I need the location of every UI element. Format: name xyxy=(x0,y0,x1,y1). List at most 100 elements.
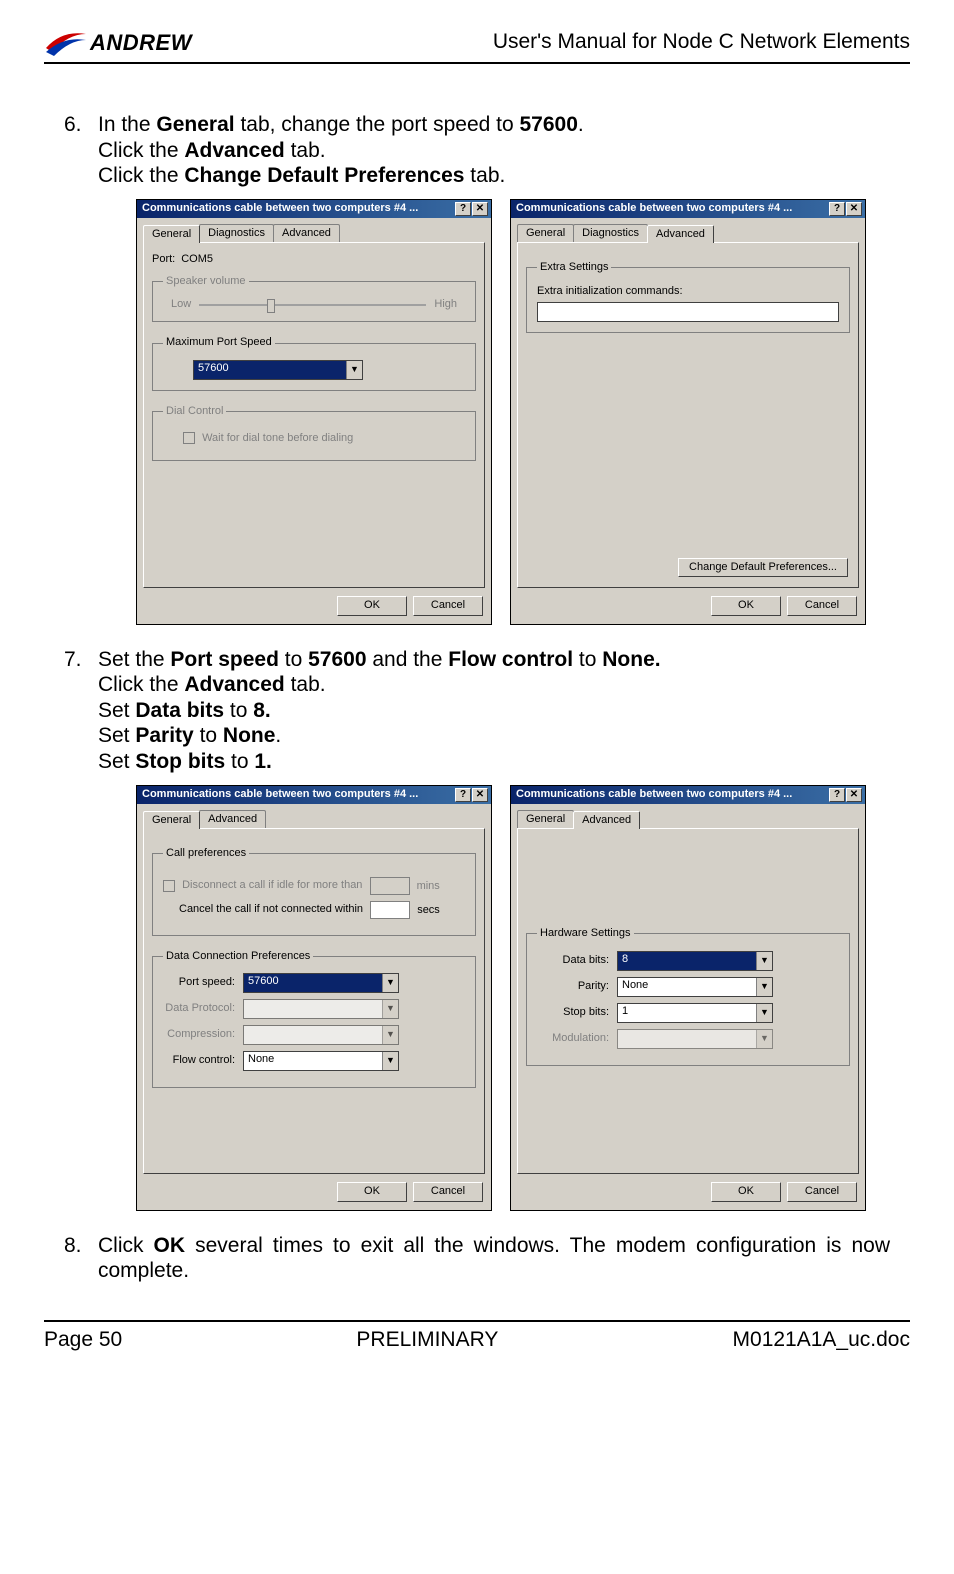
dialog-prefs-general: Communications cable between two compute… xyxy=(136,785,492,1211)
ok-button[interactable]: OK xyxy=(337,1182,407,1201)
text: tab. xyxy=(464,164,505,187)
help-button[interactable]: ? xyxy=(455,202,471,216)
group-legend: Call preferences xyxy=(163,847,249,860)
idle-minutes-input[interactable] xyxy=(370,877,410,895)
close-button[interactable]: ✕ xyxy=(846,202,862,216)
flow-control-label: Flow control: xyxy=(163,1054,243,1067)
help-button[interactable]: ? xyxy=(829,202,845,216)
max-port-speed-group: Maximum Port Speed 57600 ▼ xyxy=(152,336,476,390)
text: to xyxy=(224,699,253,722)
ok-button[interactable]: OK xyxy=(337,596,407,615)
data-protocol-select[interactable]: ▼ xyxy=(243,999,399,1019)
tab-general[interactable]: General xyxy=(143,811,200,829)
help-button[interactable]: ? xyxy=(829,788,845,802)
change-default-preferences-button[interactable]: Change Default Preferences... xyxy=(678,558,848,577)
flow-control-select[interactable]: None ▼ xyxy=(243,1051,399,1071)
checkbox-label: Disconnect a call if idle for more than xyxy=(182,879,362,891)
max-port-speed-select[interactable]: 57600 ▼ xyxy=(193,360,363,380)
select-value: 8 xyxy=(618,952,756,970)
stop-bits-label: Stop bits: xyxy=(537,1006,617,1019)
text: tab, change the port speed to xyxy=(235,113,520,136)
parity-label: Parity: xyxy=(537,980,617,993)
tab-diagnostics[interactable]: Diagnostics xyxy=(573,224,648,242)
logo: ANDREW xyxy=(44,28,192,58)
ok-button[interactable]: OK xyxy=(711,596,781,615)
select-value xyxy=(244,1000,382,1018)
group-legend: Extra Settings xyxy=(537,261,611,274)
text: to xyxy=(225,750,254,773)
volume-slider[interactable] xyxy=(199,304,426,306)
data-connection-preferences-group: Data Connection Preferences Port speed: … xyxy=(152,950,476,1088)
text-bold: 1. xyxy=(254,750,272,773)
cancel-button[interactable]: Cancel xyxy=(787,1182,857,1201)
tab-advanced[interactable]: Advanced xyxy=(573,811,640,829)
data-bits-select[interactable]: 8 ▼ xyxy=(617,951,773,971)
text: Set xyxy=(98,699,135,722)
chevron-down-icon: ▼ xyxy=(382,1000,398,1018)
footer-page: Page 50 xyxy=(44,1328,122,1352)
stop-bits-select[interactable]: 1 ▼ xyxy=(617,1003,773,1023)
cancel-button[interactable]: Cancel xyxy=(413,596,483,615)
text-bold: 57600 xyxy=(519,113,577,136)
page-footer: Page 50 PRELIMINARY M0121A1A_uc.doc xyxy=(44,1320,910,1352)
text-bold: Port speed xyxy=(170,648,279,671)
text: tab. xyxy=(285,139,326,162)
step-7: 7. Set the Port speed to 57600 and the F… xyxy=(64,647,890,775)
text: In the xyxy=(98,113,156,136)
cancel-seconds-input[interactable] xyxy=(370,901,410,919)
label-low: Low xyxy=(171,298,191,311)
text-bold: 8. xyxy=(253,699,271,722)
tab-advanced[interactable]: Advanced xyxy=(199,810,266,828)
cancel-button[interactable]: Cancel xyxy=(787,596,857,615)
close-button[interactable]: ✕ xyxy=(846,788,862,802)
ok-button[interactable]: OK xyxy=(711,1182,781,1201)
page-header: ANDREW User's Manual for Node C Network … xyxy=(44,28,910,64)
parity-select[interactable]: None ▼ xyxy=(617,977,773,997)
select-value xyxy=(244,1026,382,1044)
select-value xyxy=(618,1030,756,1048)
dialog-title: Communications cable between two compute… xyxy=(142,788,418,801)
text-bold: Advanced xyxy=(184,673,284,696)
call-preferences-group: Call preferences Disconnect a call if id… xyxy=(152,847,476,935)
extra-init-label: Extra initialization commands: xyxy=(537,285,839,298)
cancel-button[interactable]: Cancel xyxy=(413,1182,483,1201)
disconnect-idle-checkbox[interactable] xyxy=(163,880,175,892)
dialog-titlebar: Communications cable between two compute… xyxy=(137,200,491,218)
select-value: None xyxy=(244,1052,382,1070)
text: . xyxy=(578,113,584,136)
extra-init-input[interactable] xyxy=(537,302,839,322)
close-button[interactable]: ✕ xyxy=(472,788,488,802)
compression-select[interactable]: ▼ xyxy=(243,1025,399,1045)
modulation-label: Modulation: xyxy=(537,1032,617,1045)
help-button[interactable]: ? xyxy=(455,788,471,802)
tab-advanced[interactable]: Advanced xyxy=(273,224,340,242)
footer-preliminary: PRELIMINARY xyxy=(356,1328,498,1352)
text: to xyxy=(573,648,602,671)
close-button[interactable]: ✕ xyxy=(472,202,488,216)
data-bits-label: Data bits: xyxy=(537,954,617,967)
hardware-settings-group: Hardware Settings Data bits: 8 ▼ Parity: xyxy=(526,927,850,1065)
manual-title: User's Manual for Node C Network Element… xyxy=(493,28,910,54)
select-value: 57600 xyxy=(194,361,346,379)
select-value: 57600 xyxy=(244,974,382,992)
unit-label: secs xyxy=(417,903,440,915)
compression-label: Compression: xyxy=(163,1028,243,1041)
tab-diagnostics[interactable]: Diagnostics xyxy=(199,224,274,242)
tab-advanced[interactable]: Advanced xyxy=(647,225,714,243)
dial-tone-checkbox[interactable] xyxy=(183,432,195,444)
tab-general[interactable]: General xyxy=(517,224,574,242)
tab-general[interactable]: General xyxy=(517,810,574,828)
text: to xyxy=(279,648,308,671)
text: Set the xyxy=(98,648,170,671)
chevron-down-icon: ▼ xyxy=(382,1052,398,1070)
chevron-down-icon: ▼ xyxy=(756,1030,772,1048)
tab-general[interactable]: General xyxy=(143,225,200,243)
modulation-select[interactable]: ▼ xyxy=(617,1029,773,1049)
extra-settings-group: Extra Settings Extra initialization comm… xyxy=(526,261,850,333)
dialog-titlebar: Communications cable between two compute… xyxy=(511,786,865,804)
step-number: 8. xyxy=(64,1233,98,1284)
chevron-down-icon: ▼ xyxy=(382,974,398,992)
dialog-titlebar: Communications cable between two compute… xyxy=(511,200,865,218)
port-speed-select[interactable]: 57600 ▼ xyxy=(243,973,399,993)
text-bold: Parity xyxy=(135,724,193,747)
